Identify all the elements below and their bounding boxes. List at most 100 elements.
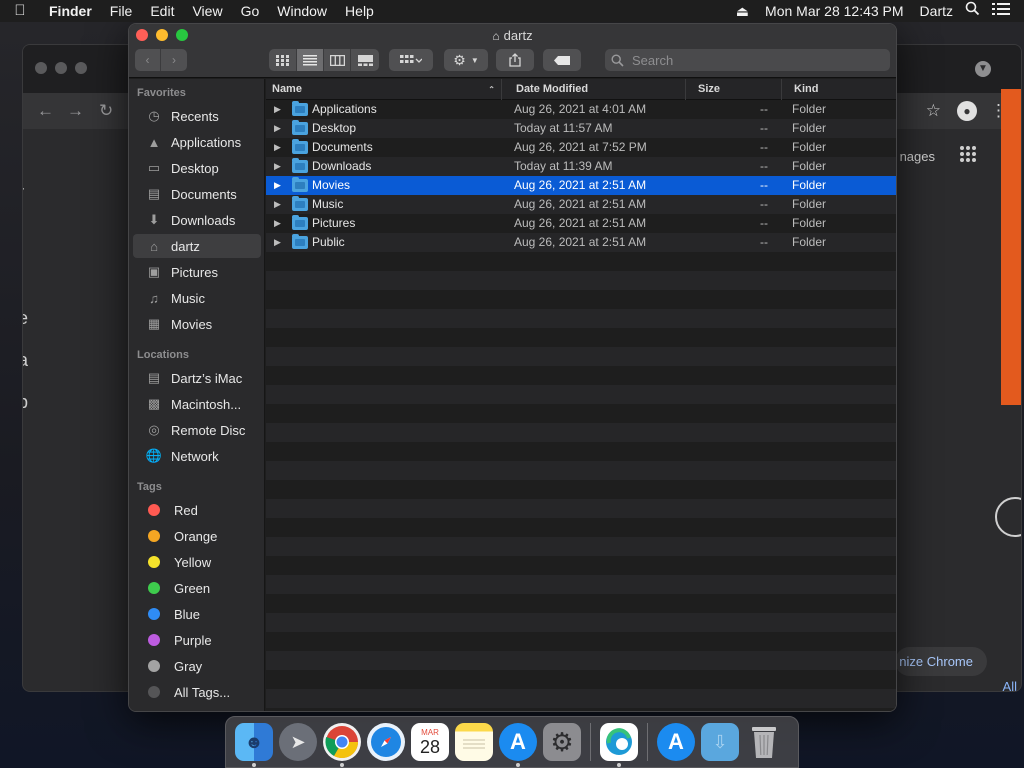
row-stripe xyxy=(266,423,896,442)
sidebar-tag-purple[interactable]: Purple xyxy=(133,628,261,652)
apple-icon[interactable]:  xyxy=(0,0,40,22)
launchpad-icon[interactable]: ➤ xyxy=(279,723,317,761)
disclosure-triangle-icon[interactable]: ▶ xyxy=(274,138,281,157)
menu-user[interactable]: Dartz xyxy=(914,0,959,22)
sidebar-item-remote-disc[interactable]: ◎ Remote Disc xyxy=(133,418,261,442)
disc-icon: ◎ xyxy=(148,422,160,437)
chrome-close-button[interactable] xyxy=(35,62,47,74)
action-button[interactable]: ⚙ ▼ xyxy=(444,49,488,71)
sidebar-tag-orange[interactable]: Orange xyxy=(133,524,261,548)
menu-file[interactable]: File xyxy=(101,0,142,22)
reload-icon[interactable]: ↻ xyxy=(99,101,113,121)
list-view-button[interactable] xyxy=(297,49,324,71)
menu-window[interactable]: Window xyxy=(268,0,336,22)
menu-edit[interactable]: Edit xyxy=(141,0,183,22)
disclosure-triangle-icon[interactable]: ▶ xyxy=(274,157,281,176)
trash-icon[interactable] xyxy=(745,723,783,761)
file-row[interactable]: ▶ Movies Aug 26, 2021 at 2:51 AM -- Folder xyxy=(266,176,896,195)
disclosure-triangle-icon[interactable]: ▶ xyxy=(274,233,281,252)
sidebar-item-documents[interactable]: ▤ Documents xyxy=(133,182,261,206)
sidebar-item-music[interactable]: ♫ Music xyxy=(133,286,261,310)
safari-icon[interactable] xyxy=(367,723,405,761)
sidebar-tag-all-tags[interactable]: All Tags... xyxy=(133,680,261,704)
disclosure-triangle-icon[interactable]: ▶ xyxy=(274,214,281,233)
gallery-view-button[interactable] xyxy=(351,49,379,71)
bookmark-star-icon[interactable]: ☆ xyxy=(926,101,941,121)
app-store-folder-icon[interactable]: A xyxy=(657,723,695,761)
system-preferences-icon[interactable]: ⚙ xyxy=(543,723,581,761)
file-date-modified: Aug 26, 2021 at 2:51 AM xyxy=(514,197,647,211)
calendar-icon[interactable]: MAR 28 xyxy=(411,723,449,761)
sidebar-item-downloads[interactable]: ⬇ Downloads xyxy=(133,208,261,232)
chrome-icon[interactable] xyxy=(323,723,361,767)
images-link[interactable]: nages xyxy=(900,149,935,164)
search-input[interactable] xyxy=(630,51,870,69)
disclosure-triangle-icon[interactable]: ▶ xyxy=(274,119,281,138)
forward-button[interactable]: › xyxy=(161,49,187,71)
spotlight-search-icon[interactable] xyxy=(959,0,986,22)
control-center-icon[interactable] xyxy=(986,0,1024,22)
customize-chrome-button[interactable]: nize Chrome xyxy=(895,647,987,676)
date-column-header[interactable]: Date Modified xyxy=(510,79,686,100)
kind-column-header[interactable]: Kind xyxy=(788,79,896,100)
sidebar-item-dartz-s-imac[interactable]: ▤ Dartz’s iMac xyxy=(133,366,261,390)
file-row[interactable]: ▶ Music Aug 26, 2021 at 2:51 AM -- Folder xyxy=(266,195,896,214)
menu-go[interactable]: Go xyxy=(232,0,269,22)
sidebar-tag-green[interactable]: Green xyxy=(133,576,261,600)
sidebar-item-pictures[interactable]: ▣ Pictures xyxy=(133,260,261,284)
sidebar-item-movies[interactable]: ▦ Movies xyxy=(133,312,261,336)
menu-clock[interactable]: Mon Mar 28 12:43 PM xyxy=(755,0,914,22)
sidebar-item-recents[interactable]: ◷ Recents xyxy=(133,104,261,128)
file-row[interactable]: ▶ Public Aug 26, 2021 at 2:51 AM -- Folder xyxy=(266,233,896,252)
profile-icon[interactable]: ● xyxy=(957,101,977,121)
edge-icon[interactable] xyxy=(600,723,638,767)
chrome-tab-search-icon[interactable]: ▼ xyxy=(975,61,991,77)
apps-grid-icon[interactable] xyxy=(959,145,977,169)
app-store-icon[interactable]: A xyxy=(499,723,537,767)
column-view-button[interactable] xyxy=(324,49,351,71)
sidebar-tag-gray[interactable]: Gray xyxy=(133,654,261,678)
downloads-folder-icon[interactable]: ⇩ xyxy=(701,723,739,761)
back-arrow-icon[interactable]: ← xyxy=(37,101,54,121)
file-row[interactable]: ▶ Pictures Aug 26, 2021 at 2:51 AM -- Folder xyxy=(266,214,896,233)
menu-help[interactable]: Help xyxy=(336,0,383,22)
disclosure-triangle-icon[interactable]: ▶ xyxy=(274,195,281,214)
icon-view-button[interactable] xyxy=(269,49,297,71)
file-date-modified: Today at 11:57 AM xyxy=(514,121,613,135)
sidebar-tag-red[interactable]: Red xyxy=(133,498,261,522)
file-row[interactable]: ▶ Documents Aug 26, 2021 at 7:52 PM -- Folde… xyxy=(266,138,896,157)
sidebar-tag-yellow[interactable]: Yellow xyxy=(133,550,261,574)
folder-icon xyxy=(292,177,308,192)
search-field[interactable] xyxy=(605,49,890,71)
sidebar-item-network[interactable]: 🌐 Network xyxy=(133,444,261,468)
tags-button[interactable] xyxy=(543,49,581,71)
file-row[interactable]: ▶ Desktop Today at 11:57 AM -- Folder xyxy=(266,119,896,138)
sidebar-item-desktop[interactable]: ▭ Desktop xyxy=(133,156,261,180)
menu-view[interactable]: View xyxy=(183,0,231,22)
sidebar-item-macintosh[interactable]: ▩ Macintosh... xyxy=(133,392,261,416)
disclosure-triangle-icon[interactable]: ▶ xyxy=(274,100,281,119)
window-title: ⌂ dartz xyxy=(129,28,896,43)
size-column-header[interactable]: Size xyxy=(692,79,782,100)
notes-icon[interactable] xyxy=(455,723,493,761)
computer-icon: ▤ xyxy=(147,370,161,385)
chrome-zoom-button[interactable] xyxy=(75,62,87,74)
all-link[interactable]: All xyxy=(1003,679,1017,691)
name-column-header[interactable]: Name ⌃ xyxy=(266,79,502,100)
file-row[interactable]: ▶ Applications Aug 26, 2021 at 4:01 AM -- Fo… xyxy=(266,100,896,119)
sidebar-item-dartz[interactable]: ⌂ dartz xyxy=(133,234,261,258)
share-button[interactable] xyxy=(496,49,534,71)
sidebar-item-applications[interactable]: ▲ Applications xyxy=(133,130,261,154)
sidebar-tag-blue[interactable]: Blue xyxy=(133,602,261,626)
file-row[interactable]: ▶ Downloads Today at 11:39 AM -- Folder xyxy=(266,157,896,176)
disclosure-triangle-icon[interactable]: ▶ xyxy=(274,176,281,195)
menu-app-name[interactable]: Finder xyxy=(40,0,101,22)
finder-icon[interactable]: ☻ xyxy=(235,723,273,767)
file-size: -- xyxy=(760,121,768,135)
eject-icon[interactable]: ⏏ xyxy=(730,0,755,22)
finder-window: ⌂ dartz ‹ › ⚙ ▼ Search Favorites ◷ Recen… xyxy=(128,23,897,712)
chrome-minimize-button[interactable] xyxy=(55,62,67,74)
back-button[interactable]: ‹ xyxy=(135,49,161,71)
forward-arrow-icon[interactable]: → xyxy=(67,101,84,121)
group-by-button[interactable] xyxy=(389,49,433,71)
